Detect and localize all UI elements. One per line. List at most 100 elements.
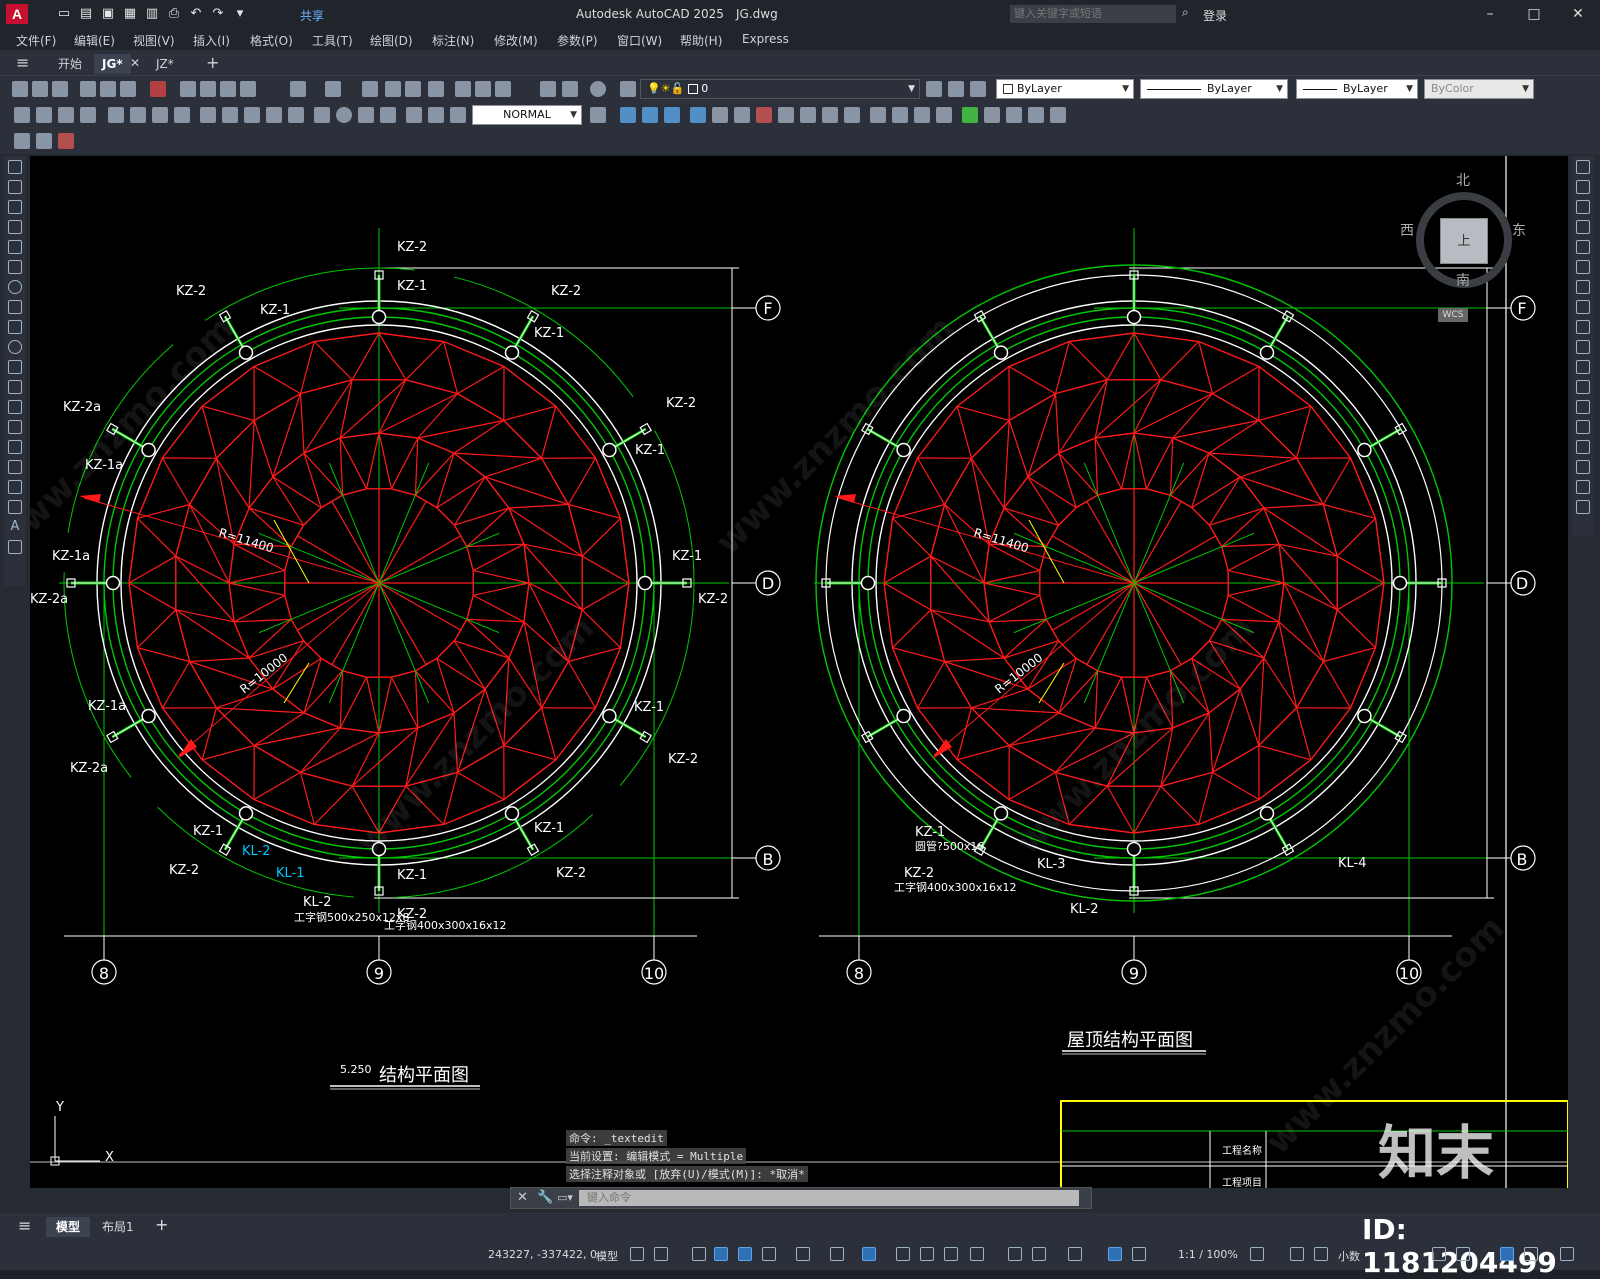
tool-a-icon[interactable] (14, 133, 30, 149)
drawing-canvas[interactable]: KZ-2 KZ-1 KZ-2 KZ-1 KZ-2 KZ-1 KZ-2a KZ-1… (30, 156, 1568, 1188)
new-icon[interactable] (12, 81, 28, 97)
quick-dim-icon[interactable] (200, 107, 216, 123)
ucs-world-icon[interactable] (620, 107, 636, 123)
blend-icon[interactable] (1576, 480, 1590, 494)
calculator-icon[interactable] (562, 81, 578, 97)
polygon-icon[interactable] (8, 220, 22, 234)
annotation-visibility-icon[interactable] (1108, 1247, 1122, 1261)
save-as-icon[interactable]: ▦ (122, 6, 138, 22)
ucs-object-icon[interactable] (690, 107, 706, 123)
markup-icon[interactable] (540, 81, 556, 97)
viewcube[interactable]: 上 北 南 西 东 WCS (1394, 170, 1534, 310)
object-tracking-icon[interactable] (830, 1247, 844, 1261)
graphics-performance-icon[interactable] (1524, 1247, 1538, 1261)
units-icon[interactable] (1314, 1247, 1328, 1261)
zoom-realtime-icon[interactable] (385, 81, 401, 97)
ucs-y-icon[interactable] (822, 107, 838, 123)
menu-insert[interactable]: 插入(I) (193, 32, 230, 49)
isolate-objects-icon[interactable] (1500, 1247, 1514, 1261)
selection-filter-icon[interactable] (1032, 1247, 1046, 1261)
dim-continue-icon[interactable] (244, 107, 260, 123)
ucs-z-icon[interactable] (844, 107, 860, 123)
compass-west[interactable]: 西 (1400, 220, 1414, 240)
view-top-icon[interactable] (870, 107, 886, 123)
zoom-prev-icon[interactable] (428, 81, 444, 97)
offset-icon[interactable] (1576, 220, 1590, 234)
ellipse-icon[interactable] (8, 340, 22, 354)
dim-update-icon[interactable] (450, 107, 466, 123)
ellipse-arc-icon[interactable] (8, 360, 22, 374)
layer-previous-icon[interactable] (948, 81, 964, 97)
dim-jogged-icon[interactable] (130, 107, 146, 123)
dim-baseline-icon[interactable] (222, 107, 238, 123)
view-ne-icon[interactable] (1050, 107, 1066, 123)
menu-parametric[interactable]: 参数(P) (557, 32, 598, 49)
osnap-icon[interactable] (862, 1247, 876, 1261)
tool-c-icon[interactable] (58, 133, 74, 149)
pdf-icon[interactable] (150, 81, 166, 97)
dim-aligned-icon[interactable] (36, 107, 52, 123)
center-mark-icon[interactable] (336, 107, 352, 123)
dim-text-edit-icon[interactable] (428, 107, 444, 123)
help-icon[interactable] (590, 81, 606, 97)
undo-icon[interactable] (290, 81, 306, 97)
annotation-scale[interactable]: 1:1 / 100% (1178, 1248, 1238, 1261)
ucs-view-icon[interactable] (712, 107, 728, 123)
search-input[interactable] (1010, 5, 1176, 23)
lineweight-icon[interactable] (896, 1247, 910, 1261)
plotstyle-dropdown[interactable]: ByColor▼ (1424, 79, 1534, 99)
match-prop-icon[interactable] (240, 81, 256, 97)
maximize-icon[interactable]: □ (1512, 0, 1556, 28)
dim-diameter-icon[interactable] (152, 107, 168, 123)
ucs-x-icon[interactable] (800, 107, 816, 123)
linetype-dropdown[interactable]: ByLayer▼ (1140, 79, 1288, 99)
layer-state-icon[interactable] (970, 81, 986, 97)
break-point-icon[interactable] (1576, 380, 1590, 394)
color-dropdown[interactable]: ByLayer▼ (996, 79, 1134, 99)
move-icon[interactable] (1576, 260, 1590, 274)
quick-properties-icon[interactable] (1432, 1247, 1446, 1261)
dim-edit-icon[interactable] (406, 107, 422, 123)
viewcube-face[interactable]: 上 (1440, 218, 1488, 264)
layer-dropdown[interactable]: 💡☀🔓 0 ▼ (640, 79, 920, 99)
print-icon[interactable] (80, 81, 96, 97)
dim-style-manager-icon[interactable] (590, 107, 606, 123)
annotation-monitor-icon[interactable] (1290, 1247, 1304, 1261)
transparency-icon[interactable] (920, 1247, 934, 1261)
scale-icon[interactable] (1576, 300, 1590, 314)
ucs-origin-icon[interactable] (734, 107, 750, 123)
cmd-close-icon[interactable]: ✕ (517, 1190, 528, 1205)
undo-icon[interactable]: ↶ (188, 6, 204, 22)
dim-arc-icon[interactable] (58, 107, 74, 123)
lock-ui-icon[interactable] (1456, 1247, 1470, 1261)
view-front-icon[interactable] (962, 107, 978, 123)
qa-dropdown-icon[interactable]: ▾ (232, 6, 248, 22)
menu-help[interactable]: 帮助(H) (680, 32, 722, 49)
chamfer-icon[interactable] (1576, 440, 1590, 454)
extend-icon[interactable] (1576, 360, 1590, 374)
3d-osnap-icon[interactable] (970, 1247, 984, 1261)
revcloud-icon[interactable] (8, 300, 22, 314)
menu-tools[interactable]: 工具(T) (312, 32, 353, 49)
tool-palettes-icon[interactable] (495, 81, 511, 97)
tab-layout1[interactable]: 布局1 (92, 1217, 144, 1237)
gizmo-icon[interactable] (1068, 1247, 1082, 1261)
hatch-icon[interactable] (8, 440, 22, 454)
mtext-icon[interactable]: A (8, 520, 22, 534)
dim-angular-icon[interactable] (174, 107, 190, 123)
dim-linear-icon[interactable] (14, 107, 30, 123)
tolerance-icon[interactable] (314, 107, 330, 123)
ucs-zaxis-icon[interactable] (756, 107, 772, 123)
preview-icon[interactable] (100, 81, 116, 97)
tab-close-icon[interactable]: ✕ (130, 56, 140, 70)
ucs-3point-icon[interactable] (778, 107, 794, 123)
dim-ordinate-icon[interactable] (80, 107, 96, 123)
menu-file[interactable]: 文件(F) (16, 32, 56, 49)
tab-start[interactable]: 开始 (50, 54, 90, 74)
close-icon[interactable]: ✕ (1556, 0, 1600, 28)
insert-block-icon[interactable] (8, 380, 22, 394)
tab-jg[interactable]: JG* (94, 54, 131, 74)
line-icon[interactable] (8, 160, 22, 174)
properties-icon[interactable] (455, 81, 471, 97)
hamburger-menu-icon[interactable]: ≡ (16, 53, 29, 72)
